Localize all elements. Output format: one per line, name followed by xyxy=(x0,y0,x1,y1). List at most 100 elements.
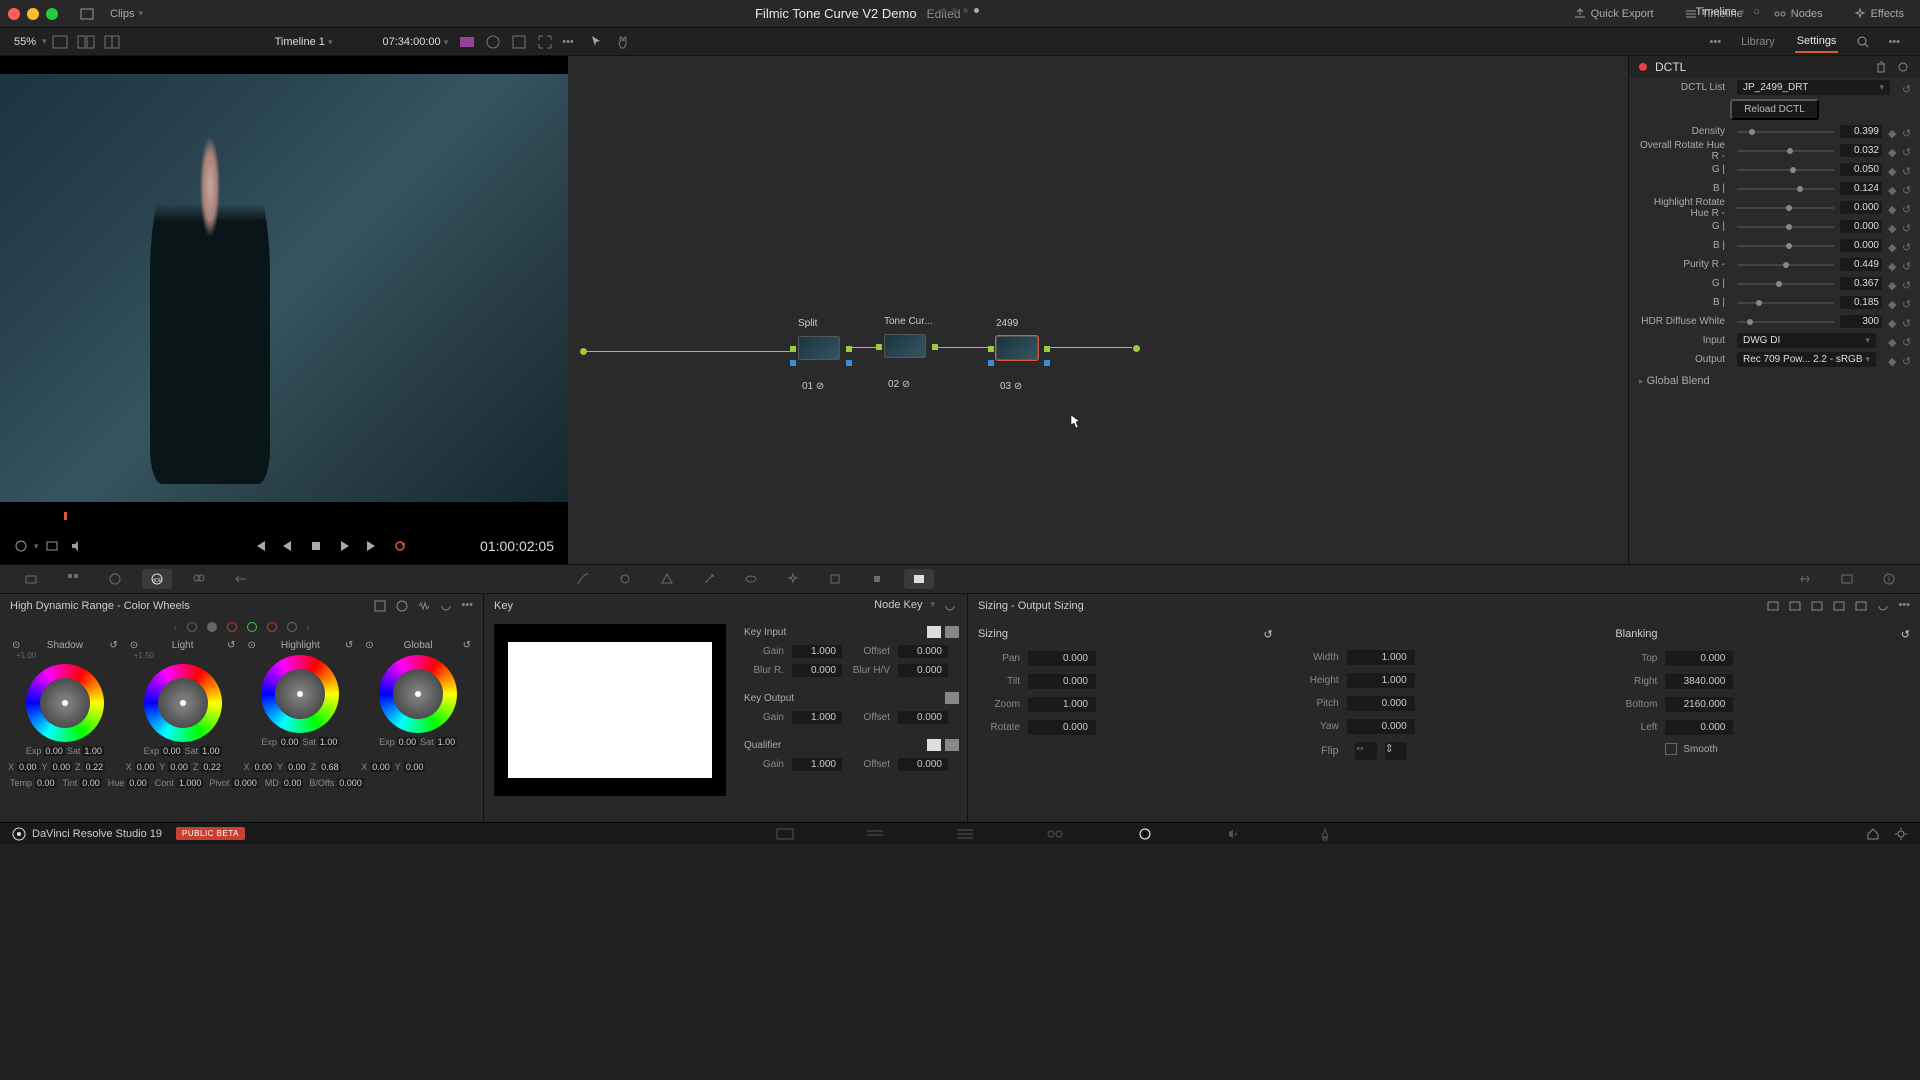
stop-button[interactable] xyxy=(309,539,323,553)
waveform-icon[interactable] xyxy=(417,599,431,613)
param-value[interactable]: 0.399 xyxy=(1840,125,1882,138)
param-value[interactable]: 0.032 xyxy=(1840,144,1882,157)
node-graph[interactable]: Split 01 ⊘ Tone Cur... 02 ⊘ 2499 03 ⊘ xyxy=(568,56,1628,564)
param-value[interactable]: 0.367 xyxy=(1840,277,1882,290)
sizing-yaw-value[interactable]: 0.000 xyxy=(1347,719,1415,734)
wheels-icon[interactable] xyxy=(100,569,130,589)
flip-h-button[interactable]: ⇔ xyxy=(1355,742,1377,760)
pointer-icon[interactable] xyxy=(588,33,606,51)
prev-wheel-page[interactable]: ‹ xyxy=(174,622,177,632)
deliver-page-button[interactable] xyxy=(1315,827,1335,841)
effects-button[interactable]: Effects xyxy=(1845,4,1912,24)
cut-page-button[interactable] xyxy=(865,827,885,841)
expand-icon[interactable] xyxy=(373,599,387,613)
edit-page-button[interactable] xyxy=(955,827,975,841)
qualifier-icon[interactable] xyxy=(652,569,682,589)
image-wipe-icon[interactable] xyxy=(458,33,476,51)
sizing-top-value[interactable]: 0.000 xyxy=(1665,651,1733,666)
param-value[interactable]: 0.185 xyxy=(1840,296,1882,309)
matte-invert-icon[interactable] xyxy=(927,626,941,638)
search-icon[interactable] xyxy=(1856,35,1870,49)
grab-still-icon[interactable] xyxy=(45,539,59,553)
highlight-icon[interactable] xyxy=(510,33,528,51)
scopes-icon[interactable] xyxy=(1832,569,1862,589)
color-match-icon[interactable] xyxy=(58,569,88,589)
sizing-mode-1-icon[interactable] xyxy=(1766,599,1780,613)
param-slider[interactable] xyxy=(1737,169,1834,171)
param-slider[interactable] xyxy=(1737,321,1834,323)
reset-icon[interactable] xyxy=(1876,599,1890,613)
last-frame-button[interactable] xyxy=(365,539,379,553)
info-icon[interactable]: i xyxy=(1874,569,1904,589)
viewer-timecode[interactable]: 01:00:02:05 xyxy=(480,538,554,554)
sizing-icon[interactable] xyxy=(904,569,934,589)
nodes-button[interactable]: Nodes xyxy=(1765,4,1831,24)
output-invert-icon[interactable] xyxy=(945,692,959,704)
zoom-select[interactable]: 55% xyxy=(8,36,42,48)
sizing-mode-5-icon[interactable] xyxy=(1854,599,1868,613)
reload-dctl-button[interactable]: Reload DCTL xyxy=(1730,99,1819,120)
param-value[interactable]: 0.449 xyxy=(1840,258,1882,271)
input-select[interactable]: DWG DI▾ xyxy=(1737,333,1876,348)
param-slider[interactable] xyxy=(1737,302,1834,304)
media-page-button[interactable] xyxy=(775,827,795,841)
dual-viewer-icon[interactable] xyxy=(77,33,95,51)
maximize-window[interactable] xyxy=(46,8,58,20)
node-key-select[interactable]: Node Key xyxy=(874,599,922,613)
next-wheel-page[interactable]: › xyxy=(307,622,310,632)
node-02[interactable]: Tone Cur... 02 ⊘ xyxy=(884,334,930,374)
sizing-right-value[interactable]: 3840.000 xyxy=(1665,674,1733,689)
param-value[interactable]: 0.000 xyxy=(1840,220,1882,233)
warper-icon[interactable] xyxy=(610,569,640,589)
reset-icon[interactable] xyxy=(1896,60,1910,74)
sizing-bottom-value[interactable]: 2160.000 xyxy=(1665,697,1733,712)
hdr-icon[interactable]: HDR xyxy=(142,569,172,589)
sizing-pan-value[interactable]: 0.000 xyxy=(1028,651,1096,666)
first-frame-button[interactable] xyxy=(253,539,267,553)
matte-mask-icon[interactable] xyxy=(945,626,959,638)
play-button[interactable] xyxy=(337,539,351,553)
param-slider[interactable] xyxy=(1737,283,1834,285)
sizing-pitch-value[interactable]: 0.000 xyxy=(1347,696,1415,711)
sizing-mode-2-icon[interactable] xyxy=(1788,599,1802,613)
hand-icon[interactable] xyxy=(614,33,632,51)
media-pool-toggle[interactable] xyxy=(72,4,102,24)
sizing-tilt-value[interactable]: 0.000 xyxy=(1028,674,1096,689)
smooth-checkbox[interactable] xyxy=(1665,743,1677,755)
param-value[interactable]: 300 xyxy=(1840,315,1882,328)
curves-icon[interactable] xyxy=(568,569,598,589)
zone-graph-icon[interactable] xyxy=(395,599,409,613)
sizing-mode-4-icon[interactable] xyxy=(1832,599,1846,613)
color-wheel-highlight[interactable] xyxy=(261,655,339,733)
fairlight-page-button[interactable] xyxy=(1225,827,1245,841)
close-window[interactable] xyxy=(8,8,20,20)
output-node[interactable] xyxy=(1133,345,1140,352)
color-wheel-light[interactable] xyxy=(144,664,222,742)
settings-tab[interactable]: Settings xyxy=(1795,31,1839,53)
reset-icon[interactable] xyxy=(943,599,957,613)
keyframes-icon[interactable] xyxy=(1790,569,1820,589)
param-value[interactable]: 0.000 xyxy=(1840,201,1882,214)
settings-gear-icon[interactable] xyxy=(1894,827,1908,841)
single-viewer-icon[interactable] xyxy=(51,33,69,51)
fusion-page-button[interactable] xyxy=(1045,827,1065,841)
mute-icon[interactable] xyxy=(69,539,83,553)
camera-raw-icon[interactable] xyxy=(16,569,46,589)
node-graph-timeline[interactable]: Timeline ▾ ○ xyxy=(1696,6,1760,18)
param-slider[interactable] xyxy=(1737,207,1834,209)
viewer-scrubber[interactable] xyxy=(0,512,568,520)
sizing-zoom-value[interactable]: 1.000 xyxy=(1028,697,1096,712)
qualifier-invert-icon[interactable] xyxy=(927,739,941,751)
quick-export-button[interactable]: Quick Export xyxy=(1565,4,1662,24)
clips-dropdown[interactable]: Clips ▾ xyxy=(102,5,151,23)
param-value[interactable]: 0.000 xyxy=(1840,239,1882,252)
prev-frame-button[interactable] xyxy=(281,539,295,553)
color-page-button[interactable] xyxy=(1135,827,1155,841)
split-screen-icon[interactable] xyxy=(484,33,502,51)
output-select[interactable]: Rec 709 Pow... 2.2 - sRGB▾ xyxy=(1737,352,1876,367)
sizing-height-value[interactable]: 1.000 xyxy=(1347,673,1415,688)
viewer-image[interactable] xyxy=(0,74,568,502)
flip-v-button[interactable]: ⇕ xyxy=(1385,742,1407,760)
node-03[interactable]: 2499 03 ⊘ xyxy=(996,336,1042,376)
sizing-mode-3-icon[interactable] xyxy=(1810,599,1824,613)
